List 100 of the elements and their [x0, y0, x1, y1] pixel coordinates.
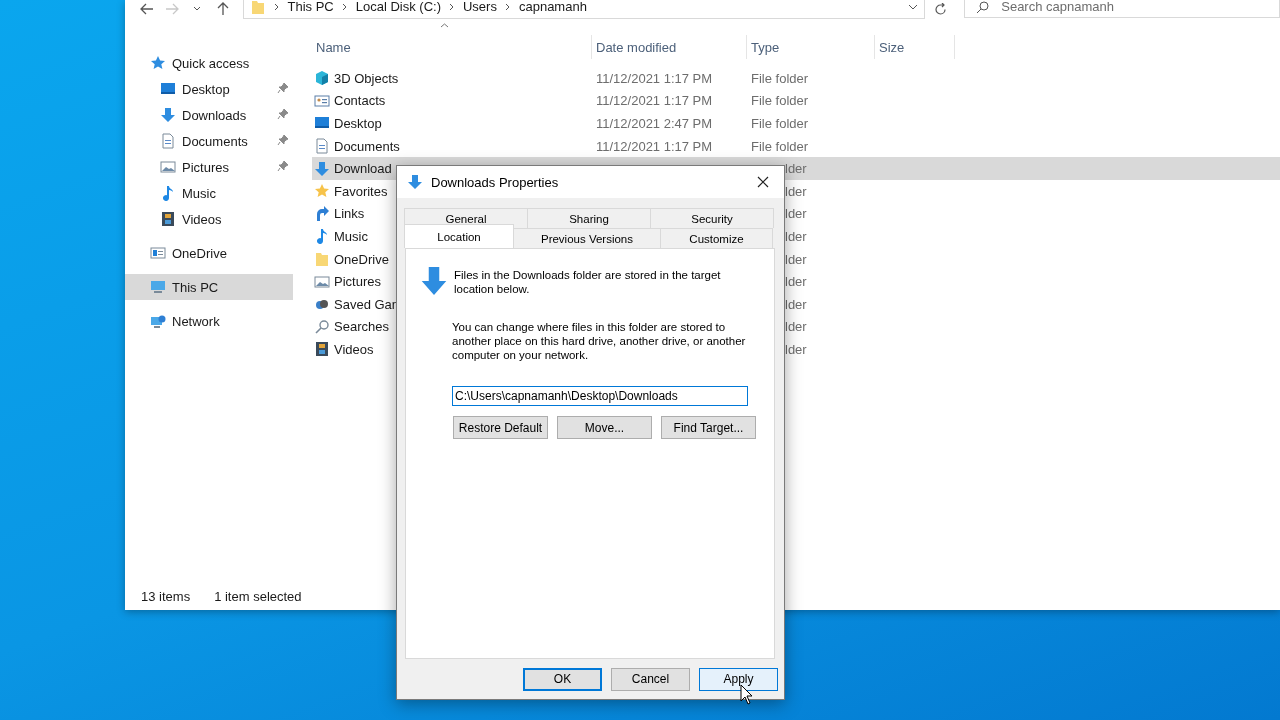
- tab[interactable]: Customize: [660, 228, 773, 248]
- date-modified: 11/12/2021 2:47 PM: [596, 116, 713, 131]
- download-arrow-icon: [160, 107, 176, 123]
- close-icon: [757, 176, 769, 188]
- search-icon: [976, 1, 990, 14]
- tab[interactable]: Location: [404, 224, 514, 248]
- sidebar-item[interactable]: Quick access: [125, 50, 293, 76]
- file-type: lder: [785, 206, 807, 222]
- date-modified: 11/12/2021 1:17 PM: [596, 70, 713, 86]
- network-icon: [150, 313, 166, 329]
- file-item[interactable]: Searches: [312, 318, 389, 335]
- music-note-icon: [160, 185, 176, 201]
- refresh-icon: [934, 2, 948, 16]
- download-arrow-icon: [314, 160, 330, 177]
- action-button[interactable]: Move...: [557, 416, 652, 439]
- monitor-icon: [160, 81, 176, 97]
- status-text: 13 items: [141, 588, 191, 604]
- action-button[interactable]: Restore Default: [453, 416, 548, 439]
- breadcrumb-item[interactable]: Local Disk (C:): [355, 0, 441, 14]
- date-modified: 11/12/2021 1:17 PM: [596, 93, 713, 109]
- file-type: lder: [785, 341, 807, 357]
- music-note-icon: [314, 228, 330, 245]
- download-arrow-icon: [407, 174, 423, 190]
- file-item[interactable]: Links: [312, 205, 365, 222]
- folder-icon: [314, 251, 330, 268]
- file-type: lder: [785, 183, 807, 199]
- sidebar-item[interactable]: Music: [125, 180, 293, 206]
- star-icon: [150, 55, 166, 71]
- file-item[interactable]: OneDrive: [312, 251, 389, 268]
- sidebar-item[interactable]: Network: [125, 308, 293, 334]
- file-type: File folder: [751, 70, 809, 86]
- chevron-down-icon[interactable]: [907, 3, 918, 10]
- file-item[interactable]: 3D Objects: [312, 70, 399, 87]
- sidebar-item[interactable]: This PC: [125, 274, 293, 300]
- film-icon: [160, 211, 176, 227]
- search-field[interactable]: Search capnamanh: [964, 0, 1280, 18]
- cube-icon: [314, 70, 330, 87]
- sidebar-item[interactable]: Pictures: [125, 154, 293, 180]
- tab[interactable]: Security: [650, 208, 774, 228]
- folder-icon: [249, 0, 266, 15]
- file-item[interactable]: Favorites: [312, 183, 388, 200]
- column-header[interactable]: Name: [312, 35, 592, 59]
- file-type: lder: [785, 274, 807, 290]
- dialog-button[interactable]: OK: [523, 667, 602, 691]
- column-header[interactable]: Type: [747, 35, 875, 59]
- up-arrow-icon: [216, 2, 229, 16]
- file-type: lder: [785, 319, 807, 335]
- file-item[interactable]: Music: [312, 228, 368, 245]
- chevron-right-icon: [273, 2, 280, 11]
- file-type: lder: [785, 161, 807, 177]
- search-icon: [314, 318, 330, 335]
- sidebar-item[interactable]: Videos: [125, 206, 293, 232]
- star-icon: [314, 183, 330, 200]
- download-arrow-icon: [420, 267, 448, 295]
- file-type: lder: [785, 228, 807, 244]
- dialog-button[interactable]: Cancel: [611, 667, 690, 691]
- column-header[interactable]: Date modified: [592, 35, 747, 59]
- file-type: lder: [785, 251, 807, 267]
- forward-arrow-icon: [165, 3, 180, 15]
- sort-caret-icon: [440, 23, 449, 28]
- chevron-right-icon: [449, 2, 455, 11]
- file-item[interactable]: Documents: [312, 138, 400, 155]
- dialog-button[interactable]: Apply: [699, 667, 778, 691]
- document-icon: [314, 138, 330, 155]
- file-item[interactable]: Contacts: [312, 92, 386, 109]
- dialog-title: Downloads Properties: [431, 174, 560, 190]
- file-type: lder: [785, 296, 807, 312]
- tab[interactable]: Sharing: [527, 208, 651, 228]
- chevron-right-icon: [504, 2, 511, 11]
- breadcrumb-item[interactable]: This PC: [287, 0, 334, 14]
- back-arrow-icon: [139, 3, 154, 15]
- sidebar-item[interactable]: OneDrive: [125, 240, 293, 266]
- chevron-down-icon: [193, 6, 202, 12]
- mouse-cursor-icon: [740, 684, 754, 705]
- address-bar[interactable]: This PC Local Disk (C:) Users capnamanh: [242, 0, 925, 19]
- file-type: File folder: [751, 93, 809, 109]
- date-modified: 11/12/2021 1:17 PM: [596, 138, 713, 154]
- file-item[interactable]: Desktop: [312, 115, 382, 132]
- sidebar-item[interactable]: Documents: [125, 128, 293, 154]
- file-item[interactable]: Pictures: [312, 273, 381, 290]
- action-button[interactable]: Find Target...: [661, 416, 756, 439]
- drive-icon: [150, 245, 166, 261]
- location-message: Files in the Downloads folder are stored in the target location below.: [454, 268, 722, 296]
- sidebar-item[interactable]: Desktop: [125, 76, 293, 102]
- file-type: File folder: [751, 138, 809, 154]
- path-field[interactable]: C:\Users\capnamanh\Desktop\Downloads: [452, 386, 748, 406]
- file-type: File folder: [751, 116, 809, 131]
- sidebar-item[interactable]: Downloads: [125, 102, 293, 128]
- link-arrow-icon: [314, 205, 330, 222]
- contact-card-icon: [314, 92, 330, 109]
- file-item[interactable]: Download: [312, 160, 392, 177]
- picture-icon: [160, 159, 176, 175]
- picture-icon: [314, 273, 330, 290]
- breadcrumb-item[interactable]: Users: [463, 0, 497, 14]
- computer-icon: [150, 279, 166, 295]
- breadcrumb-item[interactable]: capnamanh: [518, 0, 587, 14]
- column-header[interactable]: Size: [875, 35, 955, 59]
- location-description: You can change where files in this folder are stored to another place on this hard drive, another drive, or another computer on your network.: [452, 320, 747, 362]
- status-text: 1 item selected: [214, 588, 302, 604]
- file-item[interactable]: Videos: [312, 341, 374, 358]
